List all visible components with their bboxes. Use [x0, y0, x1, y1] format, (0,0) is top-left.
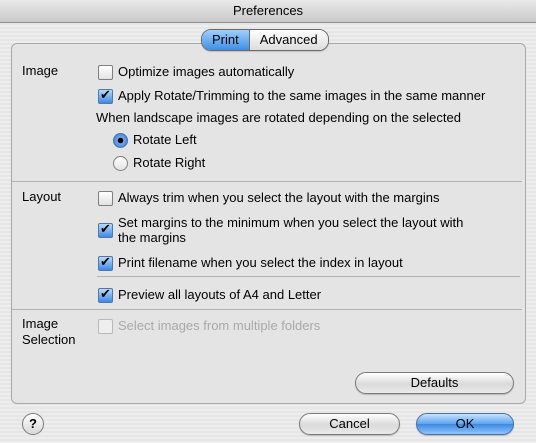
always-trim-checkbox[interactable] [98, 191, 113, 206]
window-title: Preferences [0, 0, 536, 23]
image-section-label: Image [22, 63, 59, 78]
multiple-folders-option: Select images from multiple folders [98, 318, 320, 334]
set-margins-option[interactable]: Set margins to the minimum when you sele… [98, 215, 488, 245]
tab-advanced[interactable]: Advanced [249, 30, 328, 50]
always-trim-option[interactable]: Always trim when you select the layout w… [98, 190, 440, 206]
preferences-window: Preferences Print Advanced Image Optimiz… [0, 0, 536, 443]
set-margins-checkbox[interactable] [98, 221, 113, 238]
layout-section-label: Layout [22, 189, 62, 204]
image-selection-section-label: Image Selection [22, 316, 76, 347]
optimize-images-label: Optimize images automatically [118, 64, 295, 79]
layout-subdivider [97, 276, 520, 277]
tab-print[interactable]: Print [202, 30, 250, 50]
rotate-left-option[interactable]: Rotate Left [113, 132, 197, 148]
apply-rotate-checkbox[interactable] [98, 87, 113, 104]
apply-rotate-label: Apply Rotate/Trimming to the same images… [118, 88, 486, 103]
preview-all-label: Preview all layouts of A4 and Letter [118, 287, 322, 302]
tab-control: Print Advanced [201, 29, 329, 51]
multiple-folders-label: Select images from multiple folders [118, 318, 321, 333]
landscape-note: When landscape images are rotated depend… [96, 110, 461, 125]
preview-all-option[interactable]: Preview all layouts of A4 and Letter [98, 286, 322, 303]
rotate-left-radio[interactable] [113, 133, 128, 148]
section-divider [12, 309, 522, 310]
help-button[interactable]: ? [22, 413, 44, 435]
cancel-button[interactable]: Cancel [299, 413, 400, 435]
rotate-right-option[interactable]: Rotate Right [113, 155, 205, 171]
apply-rotate-option[interactable]: Apply Rotate/Trimming to the same images… [98, 87, 486, 104]
preview-all-checkbox[interactable] [98, 286, 113, 303]
optimize-images-option[interactable]: Optimize images automatically [98, 64, 294, 80]
optimize-images-checkbox[interactable] [98, 65, 113, 80]
rotate-right-label: Rotate Right [133, 155, 206, 170]
always-trim-label: Always trim when you select the layout w… [118, 190, 440, 205]
print-filename-label: Print filename when you select the index… [118, 255, 403, 270]
section-divider [12, 181, 522, 182]
multiple-folders-checkbox [98, 319, 113, 334]
print-filename-option[interactable]: Print filename when you select the index… [98, 254, 403, 271]
set-margins-label: Set margins to the minimum when you sele… [118, 215, 464, 245]
print-filename-checkbox[interactable] [98, 254, 113, 271]
ok-button[interactable]: OK [416, 413, 514, 435]
rotate-left-label: Rotate Left [133, 132, 197, 147]
rotate-right-radio[interactable] [113, 156, 128, 171]
defaults-button[interactable]: Defaults [355, 372, 514, 394]
